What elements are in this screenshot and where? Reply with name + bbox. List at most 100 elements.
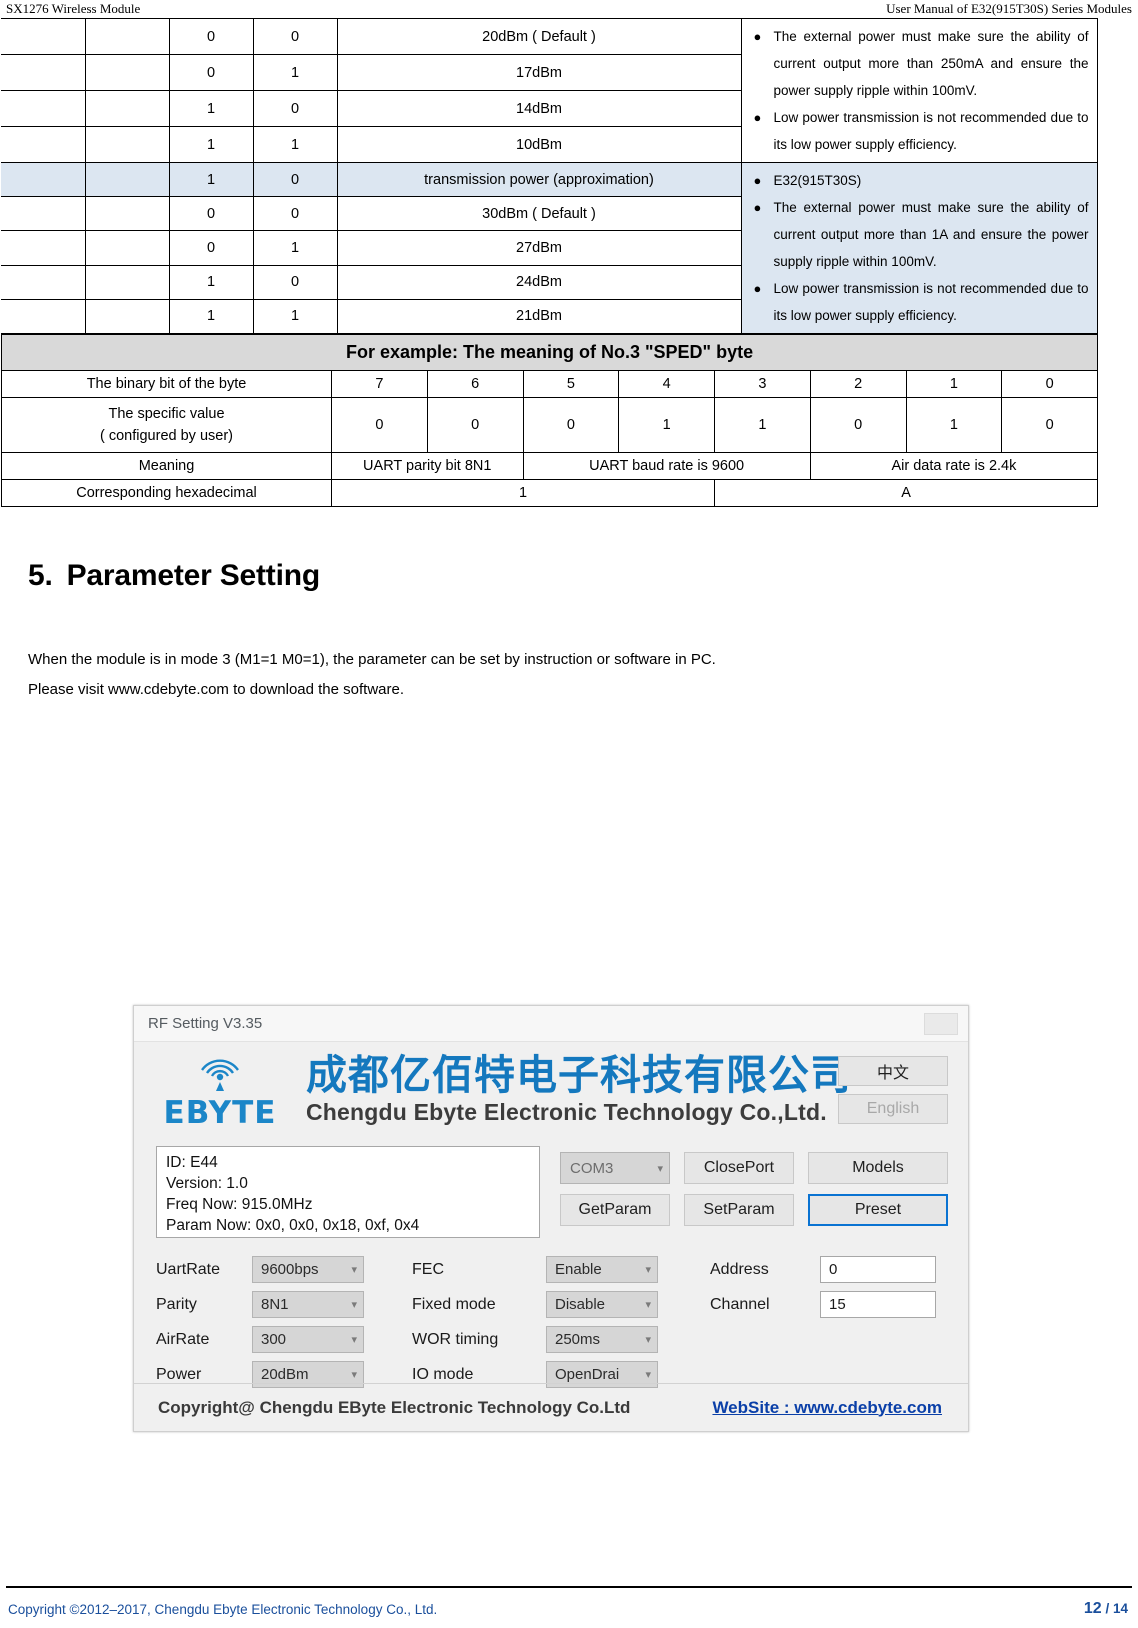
spacer-cell: [1, 18, 86, 55]
row-header-meaning: Meaning: [1, 452, 332, 480]
hex-cell: 1: [331, 479, 715, 507]
bit-value-cell: 0: [1001, 397, 1099, 453]
value-cell: 10dBm: [336, 126, 742, 163]
com-port-select[interactable]: COM3 ▾: [560, 1152, 670, 1184]
chevron-down-icon: ▾: [645, 1334, 651, 1346]
bit-value-cell: 0: [522, 397, 620, 453]
table-row: The specific value ( configured by user)…: [1, 397, 1099, 453]
module-param-text: Param Now: 0x0, 0x0, 0x18, 0xf, 0x4: [166, 1217, 420, 1234]
company-name-english: Chengdu Ebyte Electronic Technology Co.,…: [306, 1099, 827, 1126]
bit-value-cell: 0: [426, 397, 524, 453]
address-input[interactable]: 0: [820, 1256, 936, 1283]
software-title-bar: RF Setting V3.35: [134, 1006, 968, 1042]
note-bullet: ● Low power transmission is not recommen…: [748, 104, 1089, 158]
chevron-down-icon: ▾: [351, 1299, 357, 1311]
table-row-highlighted: 1 0 transmission power (approximation) ●…: [1, 161, 1098, 334]
page-number-total: 14: [1112, 1601, 1128, 1616]
spacer-cell: [84, 54, 170, 91]
bit-cell: 1: [252, 54, 338, 91]
uartrate-value: 9600bps: [261, 1261, 319, 1278]
table-row: For example: The meaning of No.3 "SPED" …: [0, 334, 1099, 371]
bit-cell: 0: [168, 230, 254, 266]
note-text: The external power must make sure the ab…: [773, 200, 1089, 269]
fixed-mode-select[interactable]: Disable ▾: [546, 1291, 658, 1318]
ebyte-logo: EBYTE: [134, 1052, 306, 1129]
wor-timing-select[interactable]: 250ms ▾: [546, 1326, 658, 1353]
fec-select[interactable]: Enable ▾: [546, 1256, 658, 1283]
language-chinese-button[interactable]: 中文: [838, 1056, 948, 1086]
spacer-cell: [84, 230, 170, 266]
company-name-chinese: 成都亿佰特电子科技有限公司: [306, 1052, 852, 1098]
notes-cell-group-2: ● E32(915T30S) ● The external power must…: [740, 162, 1098, 334]
io-mode-label: IO mode: [412, 1365, 474, 1383]
uartrate-select[interactable]: 9600bps ▾: [252, 1256, 364, 1283]
preset-button[interactable]: Preset: [808, 1194, 948, 1226]
airrate-select[interactable]: 300 ▾: [252, 1326, 364, 1353]
note-text: Low power transmission is not recommende…: [773, 110, 1089, 152]
spacer-cell: [1, 126, 86, 163]
chevron-down-icon: ▾: [645, 1264, 651, 1276]
bit-index-cell: 5: [522, 370, 620, 398]
bullet-icon: ●: [753, 110, 762, 125]
spacer-cell: [84, 126, 170, 163]
chevron-down-icon: ▾: [645, 1299, 651, 1311]
bit-cell: 0: [168, 196, 254, 232]
close-port-button[interactable]: ClosePort: [684, 1152, 794, 1184]
channel-input[interactable]: 15: [820, 1291, 936, 1318]
bit-cell: 0: [252, 90, 338, 127]
chevron-down-icon: ▾: [351, 1334, 357, 1346]
value-cell: 27dBm: [336, 230, 742, 266]
spacer-cell: [1, 54, 86, 91]
running-head: SX1276 Wireless Module User Manual of E3…: [0, 0, 1138, 18]
io-mode-value: OpenDrai: [555, 1366, 620, 1383]
set-param-button[interactable]: SetParam: [684, 1194, 794, 1226]
bit-value-cell: 1: [618, 397, 715, 453]
running-head-left: SX1276 Wireless Module: [6, 1, 141, 16]
close-icon[interactable]: [924, 1012, 958, 1035]
parity-select[interactable]: 8N1 ▾: [252, 1291, 364, 1318]
value-cell: 21dBm: [336, 298, 742, 335]
get-param-button[interactable]: GetParam: [560, 1194, 670, 1226]
software-website-link[interactable]: WebSite : www.cdebyte.com: [712, 1398, 942, 1418]
bit-cell: 1: [168, 161, 254, 198]
software-window-title: RF Setting V3.35: [148, 1015, 263, 1032]
power-label: Power: [156, 1365, 202, 1383]
module-id-text: ID: E44: [166, 1154, 218, 1171]
bit-index-cell: 6: [426, 370, 524, 398]
hex-cell: A: [713, 479, 1099, 507]
bit-value-cell: 0: [809, 397, 907, 453]
section-title: Parameter Setting: [66, 559, 321, 592]
bit-value-cell: 1: [905, 397, 1003, 453]
bit-index-cell: 7: [331, 370, 428, 398]
software-parameter-grid: UartRate 9600bps ▾ FEC Enable ▾ Address …: [134, 1238, 968, 1392]
note-bullet: ● E32(915T30S): [748, 167, 1089, 194]
table-row: The binary bit of the byte 7 6 5 4 3 2 1…: [1, 370, 1099, 398]
value-cell: 17dBm: [336, 54, 742, 91]
specific-value-label-line2: ( configured by user): [100, 428, 233, 444]
chevron-down-icon: ▾: [351, 1369, 357, 1381]
fixed-mode-label: Fixed mode: [412, 1295, 496, 1313]
ebyte-wordmark: EBYTE: [163, 1095, 277, 1131]
note-bullet: ● The external power must make sure the …: [748, 23, 1089, 104]
table-row: 0 0 20dBm ( Default ) ● The external pow…: [1, 18, 1098, 163]
bit-cell: 1: [168, 264, 254, 300]
footer-divider: [6, 1586, 1132, 1588]
software-footer: Copyright@ Chengdu EByte Electronic Tech…: [134, 1383, 968, 1431]
spacer-cell: [1, 196, 86, 232]
bullet-icon: ●: [753, 281, 762, 296]
value-cell: 14dBm: [336, 90, 742, 127]
models-button[interactable]: Models: [808, 1152, 948, 1184]
bit-cell: 0: [168, 54, 254, 91]
chevron-down-icon: ▾: [351, 1264, 357, 1276]
page-number-current: 12: [1083, 1600, 1102, 1617]
bit-value-cell: 0: [331, 397, 428, 453]
language-english-button[interactable]: English: [838, 1094, 948, 1124]
example-table-title: For example: The meaning of No.3 "SPED" …: [0, 334, 1099, 371]
row-header-binary-bit: The binary bit of the byte: [1, 370, 332, 398]
spacer-cell: [84, 264, 170, 300]
bit-cell: 0: [252, 161, 338, 198]
chevron-down-icon: ▾: [657, 1162, 663, 1175]
page-number-separator: /: [1101, 1601, 1113, 1616]
power-value: 20dBm: [261, 1366, 309, 1383]
antenna-signal-icon: [187, 1056, 253, 1096]
